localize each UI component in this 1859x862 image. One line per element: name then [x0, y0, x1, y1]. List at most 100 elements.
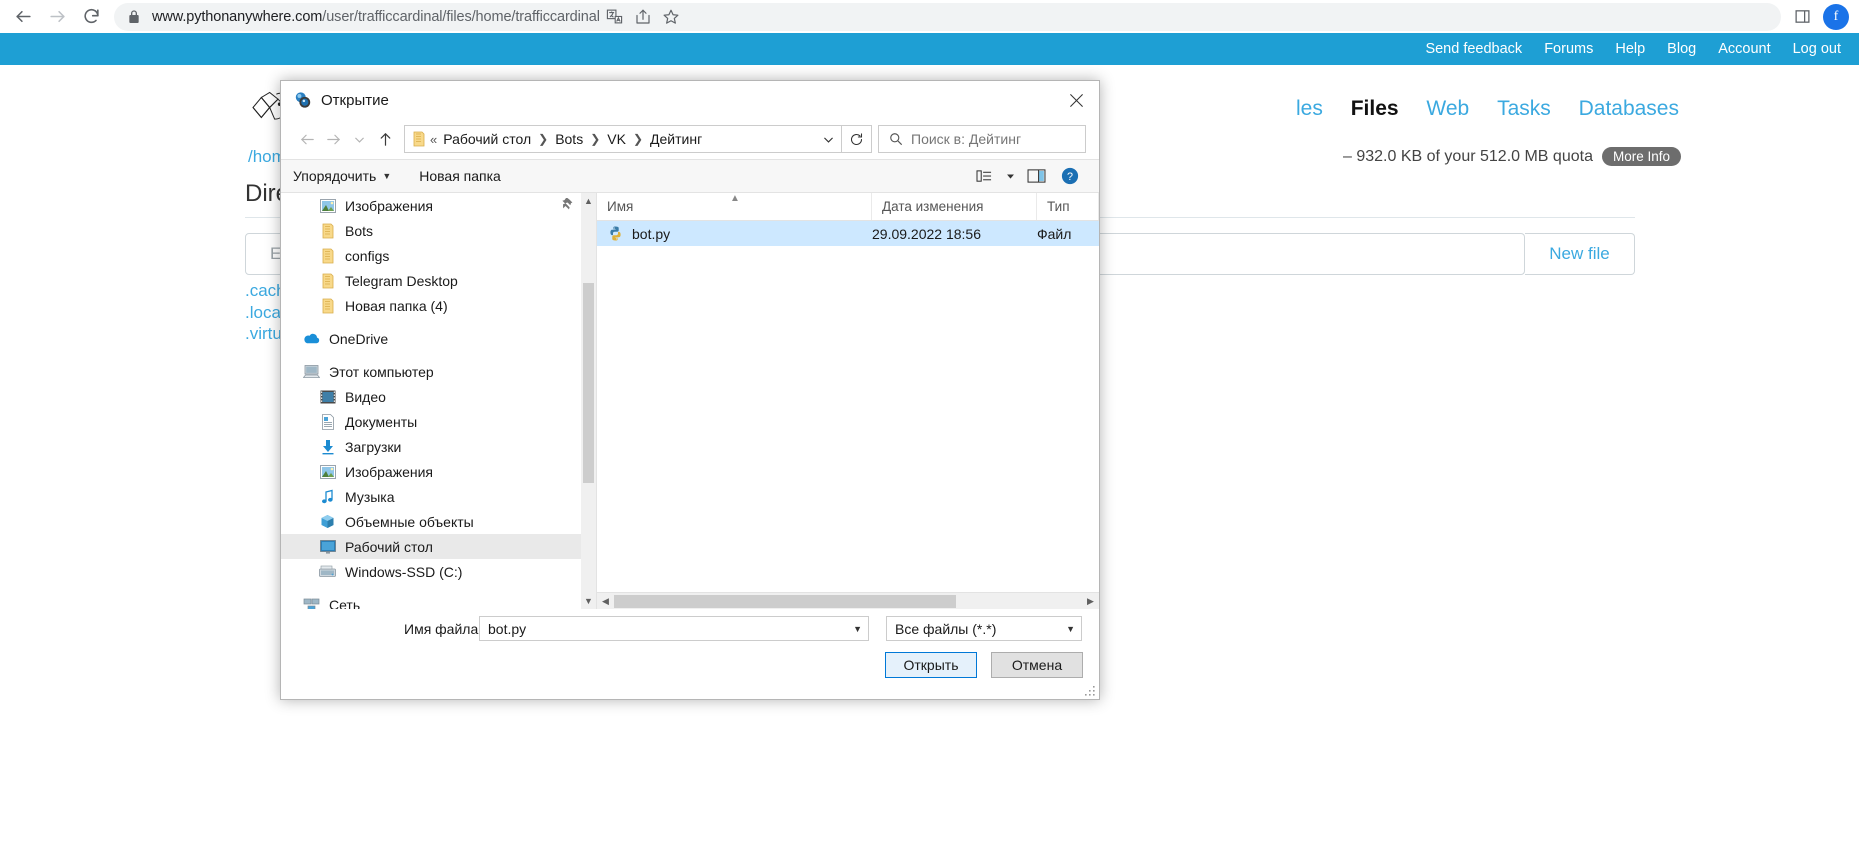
- new-file-button[interactable]: New file: [1525, 233, 1635, 275]
- sidebar-item-windows-ssd-c[interactable]: Windows-SSD (C:): [281, 559, 596, 584]
- organize-button[interactable]: Упорядочить ▼: [293, 168, 391, 184]
- address-dropdown-button[interactable]: [815, 126, 841, 152]
- python-file-icon: [610, 226, 621, 241]
- chevron-down-icon: [354, 136, 364, 143]
- browser-back-button[interactable]: [6, 0, 40, 34]
- sidebar-item-documents[interactable]: Документы: [281, 409, 596, 434]
- chevron-down-icon[interactable]: ▼: [853, 624, 862, 634]
- browser-forward-button[interactable]: [40, 0, 74, 34]
- view-mode-dropdown[interactable]: [1001, 163, 1019, 189]
- sidebar-item-desktop[interactable]: Рабочий стол: [281, 534, 596, 559]
- address-bar[interactable]: www.pythonanywhere.com/user/trafficcardi…: [114, 2, 1781, 31]
- topnav-account[interactable]: Account: [1718, 41, 1770, 57]
- breadcrumb-bots[interactable]: Bots: [555, 131, 583, 147]
- share-icon[interactable]: [630, 4, 656, 30]
- sidebar-item-new-folder-4[interactable]: Новая папка (4): [281, 293, 596, 318]
- dialog-back-button[interactable]: [294, 126, 320, 152]
- sidebar-scrollbar[interactable]: ▲ ▼: [581, 193, 596, 609]
- more-info-badge[interactable]: More Info: [1601, 147, 1681, 166]
- sidebar-item-videos[interactable]: Видео: [281, 384, 596, 409]
- file-type: Файл: [1037, 225, 1072, 242]
- cancel-button[interactable]: Отмена: [991, 652, 1083, 678]
- topnav-blog[interactable]: Blog: [1667, 41, 1696, 57]
- folder-icon: [319, 222, 336, 239]
- topnav-forums[interactable]: Forums: [1544, 41, 1593, 57]
- nav-tasks[interactable]: Tasks: [1497, 97, 1551, 120]
- breadcrumb-vk[interactable]: VK: [607, 131, 626, 147]
- side-panel-button[interactable]: [1787, 2, 1817, 32]
- scroll-left-arrow-icon[interactable]: ◀: [597, 596, 614, 607]
- dialog-address-bar[interactable]: « Рабочий стол ❯ Bots ❯ VK ❯ Дейтинг: [404, 125, 842, 153]
- sidebar-item-telegram-desktop[interactable]: Telegram Desktop: [281, 268, 596, 293]
- dialog-up-button[interactable]: [372, 126, 398, 152]
- dialog-body: Изображения Bots configs Telegram Deskto…: [281, 193, 1099, 609]
- url-host: www.pythonanywhere.com: [152, 8, 323, 25]
- sidebar-item-network[interactable]: Сеть: [281, 592, 596, 609]
- translate-icon[interactable]: [602, 4, 628, 30]
- nav-consoles[interactable]: les: [1296, 97, 1323, 120]
- scrollbar-thumb[interactable]: [583, 283, 594, 483]
- help-icon: ?: [1061, 167, 1079, 185]
- sidebar-item-3d-objects[interactable]: Объемные объекты: [281, 509, 596, 534]
- profile-avatar[interactable]: f: [1823, 3, 1849, 30]
- open-button[interactable]: Открыть: [885, 652, 977, 678]
- arrow-left-icon: [15, 10, 31, 23]
- new-folder-button[interactable]: Новая папка: [419, 168, 501, 184]
- table-row[interactable]: bot.py 29.09.2022 18:56 Файл: [597, 221, 1099, 246]
- sidebar-item-label: Документы: [345, 413, 418, 430]
- browser-toolbar: www.pythonanywhere.com/user/trafficcardi…: [0, 0, 1859, 33]
- file-list-pane: Имя Дата изменения Тип ▲ bot.py 29.09.20…: [597, 193, 1099, 609]
- sidebar-item-downloads[interactable]: Загрузки: [281, 434, 596, 459]
- nav-web[interactable]: Web: [1426, 97, 1469, 120]
- topnav-send-feedback[interactable]: Send feedback: [1425, 41, 1522, 57]
- nav-databases[interactable]: Databases: [1579, 97, 1679, 120]
- sidebar-item-this-pc[interactable]: Этот компьютер: [281, 359, 596, 384]
- view-mode-button[interactable]: [967, 163, 1001, 189]
- sidebar-item-pictures-quick[interactable]: Изображения: [281, 193, 596, 218]
- scroll-down-arrow-icon[interactable]: ▼: [581, 593, 596, 609]
- chevron-down-icon[interactable]: ▼: [1066, 624, 1075, 634]
- column-header-date[interactable]: Дата изменения: [872, 193, 1037, 220]
- sidebar-item-label: Изображения: [345, 197, 433, 214]
- dialog-recent-locations-button[interactable]: [346, 126, 372, 152]
- sidebar-item-music[interactable]: Музыка: [281, 484, 596, 509]
- scroll-right-arrow-icon[interactable]: ▶: [1082, 596, 1099, 607]
- column-header-type[interactable]: Тип: [1037, 193, 1099, 220]
- pythonanywhere-main-nav: les Files Web Tasks Databases: [1274, 97, 1679, 121]
- preview-pane-button[interactable]: [1019, 163, 1053, 189]
- topnav-logout[interactable]: Log out: [1793, 41, 1841, 57]
- resize-grip-icon[interactable]: [1084, 685, 1096, 697]
- sidebar-item-pictures[interactable]: Изображения: [281, 459, 596, 484]
- sidebar-item-configs[interactable]: configs: [281, 243, 596, 268]
- bookmark-star-icon[interactable]: [658, 4, 684, 30]
- breadcrumb-overflow[interactable]: «: [430, 132, 437, 147]
- chevron-down-icon: ▼: [382, 171, 392, 181]
- breadcrumb-dating[interactable]: Дейтинг: [650, 131, 702, 147]
- filename-input[interactable]: bot.py ▼: [479, 616, 869, 641]
- breadcrumb-desktop[interactable]: Рабочий стол: [443, 131, 531, 147]
- topnav-help[interactable]: Help: [1615, 41, 1645, 57]
- file-type-filter-select[interactable]: Все файлы (*.*) ▼: [886, 616, 1082, 641]
- dialog-forward-button[interactable]: [320, 126, 346, 152]
- music-icon: [319, 488, 336, 505]
- sidebar-item-label: OneDrive: [329, 330, 389, 347]
- file-list[interactable]: bot.py 29.09.2022 18:56 Файл: [597, 221, 1099, 592]
- nav-files[interactable]: Files: [1351, 97, 1399, 120]
- scroll-up-arrow-icon[interactable]: ▲: [581, 193, 596, 209]
- app-icon: [295, 92, 311, 108]
- chevron-right-icon: ❯: [538, 132, 549, 146]
- dialog-search-box[interactable]: Поиск в: Дейтинг: [878, 125, 1086, 153]
- dialog-title: Открытие: [321, 91, 389, 109]
- filename-value: bot.py: [488, 620, 527, 637]
- file-list-header: Имя Дата изменения Тип ▲: [597, 193, 1099, 221]
- help-button[interactable]: ?: [1053, 163, 1087, 189]
- scrollbar-thumb[interactable]: [614, 594, 956, 608]
- dialog-close-button[interactable]: [1053, 81, 1099, 119]
- sidebar-item-onedrive[interactable]: OneDrive: [281, 326, 596, 351]
- file-list-horizontal-scrollbar[interactable]: ◀ ▶: [597, 592, 1099, 609]
- dialog-refresh-button[interactable]: [842, 125, 872, 153]
- sidebar-item-bots[interactable]: Bots: [281, 218, 596, 243]
- browser-reload-button[interactable]: [74, 0, 108, 34]
- desktop-icon: [319, 538, 336, 555]
